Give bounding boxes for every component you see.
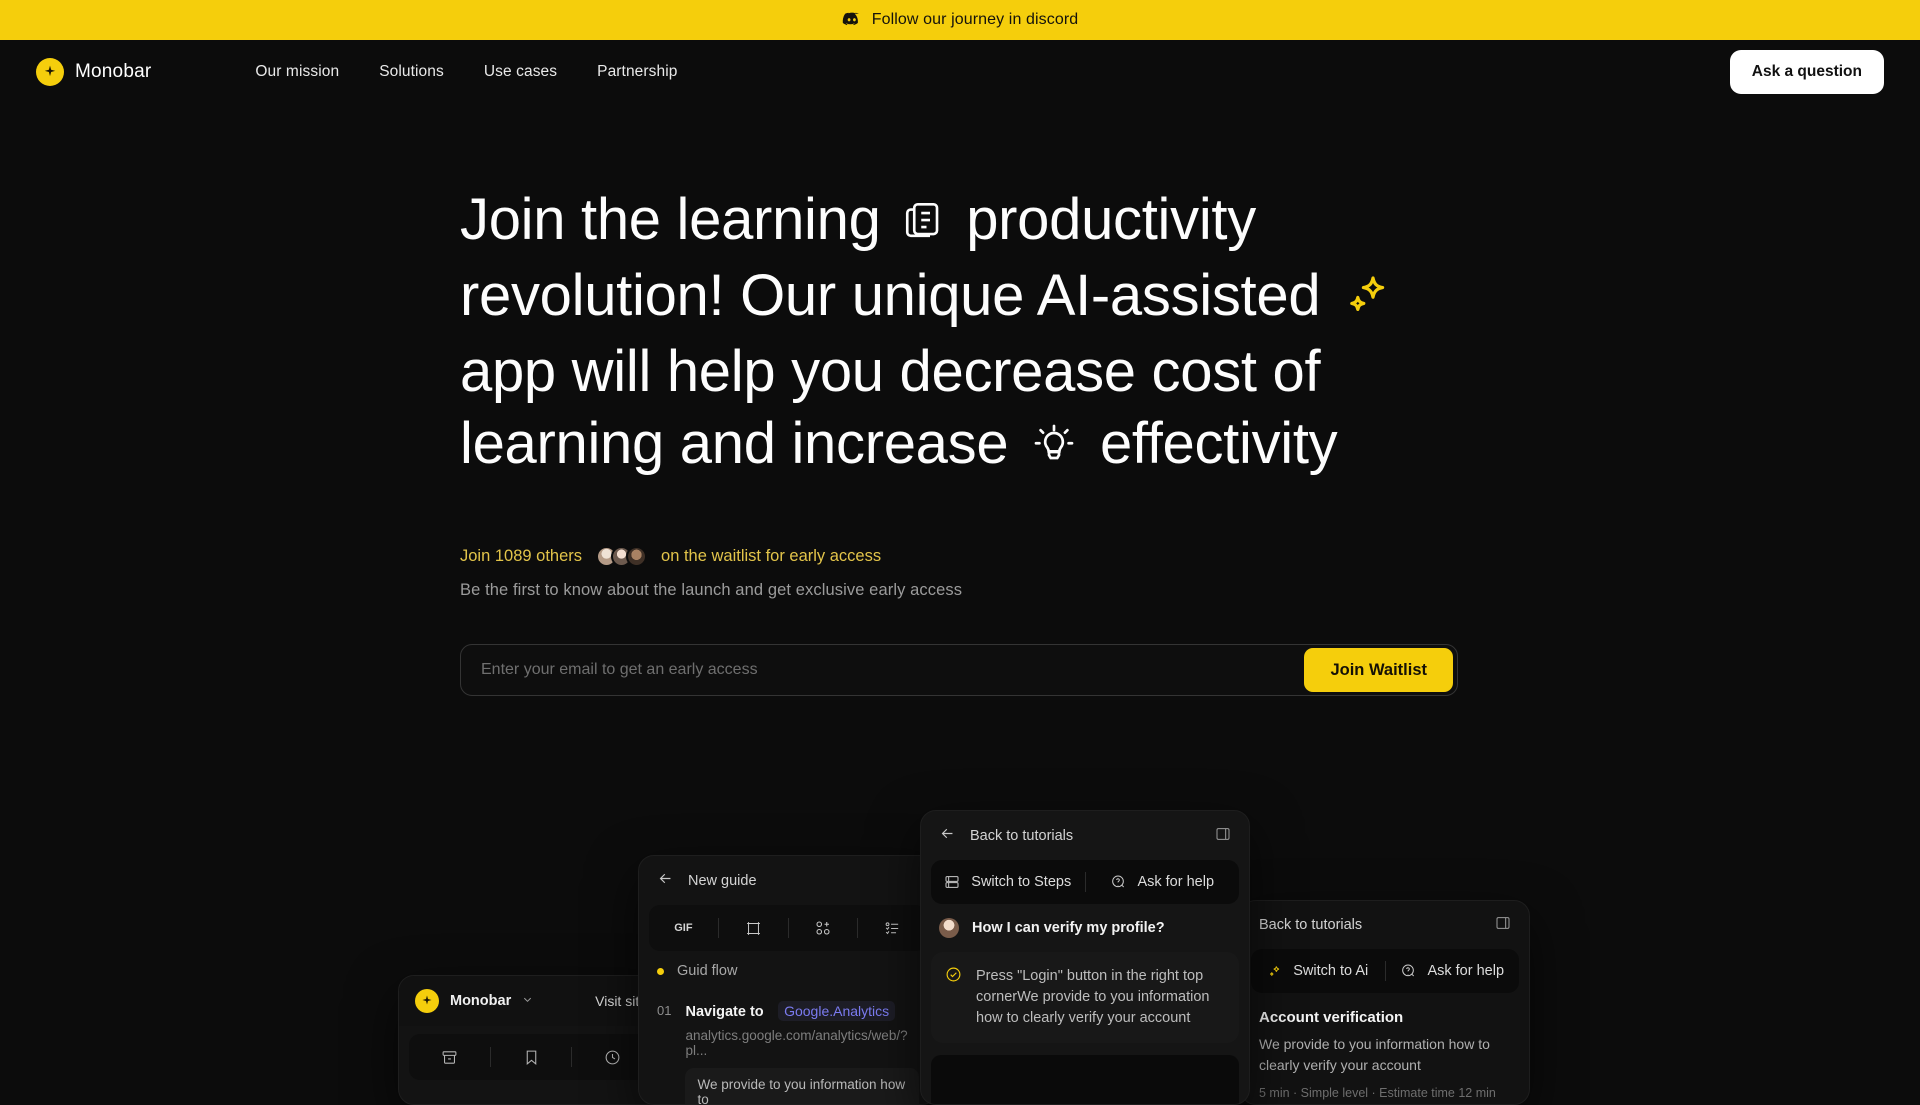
email-input[interactable] — [481, 661, 1305, 679]
chat-answer-text: Press "Login" button in the right top co… — [976, 968, 1210, 1026]
nav-item-solutions[interactable]: Solutions — [379, 63, 444, 81]
guide-step-title: Navigate to — [685, 1004, 764, 1020]
check-circle-icon — [945, 966, 962, 1029]
guide-flow-label-row: Guid flow — [639, 951, 937, 991]
bookmark-icon[interactable] — [491, 1034, 572, 1080]
sidebar-toggle-icon[interactable] — [1215, 826, 1231, 846]
waitlist-count-label: Join 1089 others — [460, 547, 583, 565]
site-header: Monobar Our mission Solutions Use cases … — [0, 40, 1920, 104]
help-circle-icon — [1112, 875, 1125, 888]
notes-document-icon — [902, 188, 944, 260]
chat-question-text: How I can verify my profile? — [972, 920, 1165, 936]
tab-switch-to-ai-label: Switch to Ai — [1293, 963, 1369, 979]
ai-tab-group: Switch to Steps Ask for help — [931, 860, 1239, 904]
page-title: Join the learning productivity revolutio… — [460, 184, 1470, 484]
announcement-banner[interactable]: Follow our journey in discord — [0, 0, 1920, 40]
tab-switch-to-steps[interactable]: Switch to Steps — [931, 860, 1085, 904]
join-waitlist-button[interactable]: Join Waitlist — [1304, 648, 1453, 692]
lightbulb-idea-icon — [1030, 412, 1078, 484]
chat-input-placeholder-block[interactable] — [931, 1055, 1239, 1104]
tutorial-body: We provide to you information how to cle… — [1259, 1036, 1490, 1073]
monobar-extension-panel: Monobar Visit site — [398, 975, 664, 1105]
frame-icon[interactable] — [719, 905, 788, 951]
brand-name: Monobar — [75, 61, 152, 82]
tab-ask-for-help-label: Ask for help — [1137, 874, 1215, 890]
sparkle-logo-icon — [36, 58, 64, 86]
chat-question-row: How I can verify my profile? — [921, 904, 1249, 952]
checklist-icon[interactable] — [858, 905, 927, 951]
gif-icon[interactable]: GIF — [649, 905, 718, 951]
ai-assistant-panel: Back to tutorials Switch to Steps Ask fo… — [920, 810, 1250, 1105]
ai-panel-header: Back to tutorials — [921, 811, 1249, 860]
guide-step-number: 01 — [657, 1003, 672, 1018]
guide-step-row: 01 Navigate to Google.Analytics analytic… — [639, 991, 937, 1104]
waitlist-suffix-label: on the waitlist for early access — [661, 547, 882, 565]
monobar-tool-row — [409, 1034, 653, 1080]
nav-item-partnership[interactable]: Partnership — [597, 63, 677, 81]
arrow-left-icon[interactable] — [657, 870, 674, 891]
tutorial-title: Account verification — [1259, 1009, 1404, 1026]
nav-item-our-mission[interactable]: Our mission — [255, 63, 339, 81]
sidebar-toggle-icon[interactable] — [1495, 915, 1511, 935]
main-nav: Our mission Solutions Use cases Partners… — [255, 63, 677, 81]
steps-layout-icon — [945, 876, 959, 888]
tab-switch-to-steps-label: Switch to Steps — [971, 874, 1072, 890]
guide-step-chip[interactable]: Google.Analytics — [778, 1001, 896, 1021]
waitlist-social-proof: Join 1089 others on the waitlist for ear… — [460, 546, 1920, 567]
announcement-text: Follow our journey in discord — [871, 11, 1079, 28]
sparkles-icon — [1342, 264, 1392, 336]
arrow-left-icon[interactable] — [939, 825, 956, 846]
guide-step-note: We provide to you information how to — [685, 1068, 919, 1104]
tab-ask-for-help[interactable]: Ask for help — [1386, 949, 1520, 993]
new-guide-panel: New guide GIF Guid flow 01 Navigate to G… — [638, 855, 938, 1105]
brand-logo[interactable]: Monobar — [36, 58, 151, 86]
discord-icon — [842, 10, 862, 30]
new-guide-tool-row: GIF — [649, 905, 927, 951]
add-elements-icon[interactable] — [789, 905, 858, 951]
headline-line-1: Join the learning — [460, 187, 881, 252]
new-guide-title: New guide — [688, 872, 757, 889]
tab-ask-for-help-label: Ask for help — [1427, 963, 1505, 979]
headline-line-4: effectivity — [1099, 411, 1338, 476]
status-dot-icon — [657, 967, 664, 975]
waitlist-form: Join Waitlist — [460, 644, 1458, 696]
sparkles-icon — [1270, 965, 1280, 976]
chat-answer-row: Press "Login" button in the right top co… — [931, 952, 1239, 1043]
hero-subtext: Be the first to know about the launch an… — [460, 581, 963, 599]
tutorial-back-label[interactable]: Back to tutorials — [1259, 917, 1362, 933]
tab-switch-to-ai[interactable]: Switch to Ai — [1251, 949, 1385, 993]
avatar-group — [596, 546, 648, 567]
monobar-panel-brand: Monobar — [450, 993, 512, 1009]
avatar — [939, 918, 959, 938]
guide-flow-label: Guid flow — [677, 963, 738, 979]
new-guide-header: New guide — [639, 856, 937, 905]
avatar — [626, 546, 648, 567]
ask-a-question-button[interactable]: Ask a question — [1729, 50, 1884, 94]
guide-step-url: analytics.google.com/analytics/web/?pl..… — [685, 1028, 908, 1058]
ai-back-label[interactable]: Back to tutorials — [970, 828, 1073, 844]
hero-section: Join the learning productivity revolutio… — [0, 104, 1920, 696]
help-circle-icon — [1402, 964, 1415, 977]
nav-item-use-cases[interactable]: Use cases — [484, 63, 557, 81]
archive-icon[interactable] — [409, 1034, 490, 1080]
sparkle-logo-icon — [415, 989, 439, 1013]
chevron-down-icon[interactable] — [522, 992, 533, 1010]
monobar-panel-header: Monobar Visit site — [399, 976, 663, 1026]
tutorial-panel-header: Back to tutorials — [1241, 901, 1529, 949]
tab-ask-for-help[interactable]: Ask for help — [1086, 860, 1240, 904]
tutorial-tab-group: Switch to Ai Ask for help — [1251, 949, 1519, 993]
tutorial-detail-panel: Back to tutorials Switch to Ai Ask for h… — [1240, 900, 1530, 1105]
